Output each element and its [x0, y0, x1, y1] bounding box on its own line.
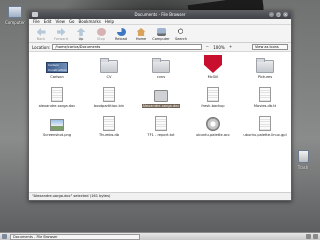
desktop-icon-label: Computer: [5, 20, 25, 25]
reload-icon: [116, 28, 126, 36]
document-icon: [46, 84, 68, 102]
file-item[interactable]: Pictures: [239, 55, 291, 84]
view-mode-select[interactable]: View as Icons: [252, 44, 288, 50]
toolbar: Back Forward Up Stop Reload Home Compute…: [29, 25, 291, 43]
file-item[interactable]: ubuntu.palette.acc: [187, 113, 239, 142]
document-icon: [98, 113, 120, 131]
home-icon: [136, 28, 146, 36]
folder-icon: [98, 55, 120, 73]
file-item[interactable]: cvns: [135, 55, 187, 84]
close-button[interactable]: ×: [283, 12, 288, 17]
file-item[interactable]: fresh.backup: [187, 84, 239, 113]
file-name: Carlson: [50, 75, 64, 79]
file-name: Alexandre.xorga.doc: [141, 104, 181, 108]
mcgill-logo-icon: [202, 55, 224, 73]
menu-file[interactable]: File: [33, 19, 40, 24]
file-item[interactable]: CV: [83, 55, 135, 84]
zoom-in-button[interactable]: +: [228, 44, 234, 50]
folder-icon: [254, 55, 276, 73]
document-icon: [98, 84, 120, 102]
location-label: Location:: [32, 44, 51, 50]
package-icon: [150, 84, 172, 102]
file-icon-view[interactable]: Carlson Construction Carlson CV cvns McGill Pi…: [29, 52, 291, 192]
reload-button[interactable]: Reload: [112, 28, 130, 41]
maximize-button[interactable]: □: [276, 12, 281, 17]
carlson-logo-icon: Carlson Construction: [45, 62, 69, 73]
menu-go[interactable]: Go: [69, 19, 75, 24]
window-title: Documents - File Browser: [134, 12, 186, 17]
file-item[interactable]: Carlson Construction Carlson: [31, 55, 83, 84]
document-icon: [202, 84, 224, 102]
file-name: cvns: [156, 75, 166, 79]
file-item[interactable]: Movies.db.tt: [239, 84, 291, 113]
up-arrow-icon: [76, 28, 86, 36]
location-input[interactable]: /home/carlos/Documents: [52, 44, 203, 50]
home-button[interactable]: Home: [132, 28, 150, 41]
file-item[interactable]: McGill: [187, 55, 239, 84]
zoom-level: 100%: [213, 44, 225, 50]
menu-bookmarks[interactable]: Bookmarks: [79, 19, 101, 24]
file-name: Pictures: [257, 75, 273, 79]
search-button[interactable]: Search: [172, 28, 190, 41]
file-item[interactable]: ubuntu.palette.linux.gpl: [239, 113, 291, 142]
file-item[interactable]: alexandre.xorga.doc: [31, 84, 83, 113]
forward-button[interactable]: Forward: [52, 28, 70, 41]
taskbar-window-button[interactable]: Documents - File Browser: [10, 233, 140, 240]
file-name: CV: [106, 75, 112, 79]
location-bar: Location: /home/carlos/Documents − 100% …: [29, 43, 291, 52]
desktop-icon-label: Trash: [297, 165, 309, 170]
file-item[interactable]: bootpartition.bin: [83, 84, 135, 113]
file-name: Thumbs.db: [98, 133, 120, 137]
file-item[interactable]: Alexandre.xorga.doc: [135, 84, 187, 113]
desktop-icon-trash[interactable]: Trash: [290, 150, 316, 170]
minimize-button[interactable]: –: [269, 12, 274, 17]
forward-arrow-icon: [56, 28, 66, 36]
menu-view[interactable]: View: [55, 19, 65, 24]
document-icon: [254, 84, 276, 102]
executable-icon: [202, 113, 224, 131]
folder-icon: [32, 12, 38, 17]
file-item[interactable]: Thumbs.db: [83, 113, 135, 142]
file-name: McGill: [207, 75, 219, 79]
file-name: bootpartition.bin: [93, 104, 125, 108]
menu-launcher-icon[interactable]: [2, 234, 7, 239]
menu-help[interactable]: Help: [105, 19, 114, 24]
zoom-out-button[interactable]: −: [204, 44, 210, 50]
document-icon: [150, 113, 172, 131]
trash-icon: [297, 150, 309, 163]
status-bar: "Alexandre.xorga.doc" selected (161 byte…: [29, 192, 291, 200]
computer-icon: [8, 6, 22, 18]
tray-icon[interactable]: [313, 234, 318, 239]
computer-icon: [156, 28, 166, 36]
back-button[interactable]: Back: [32, 28, 50, 41]
tray-icon[interactable]: [306, 234, 311, 239]
search-icon: [176, 28, 186, 36]
stop-button[interactable]: Stop: [92, 28, 110, 41]
folder-icon: [150, 55, 172, 73]
file-name: ubuntu.palette.linux.gpl: [243, 133, 287, 137]
file-item[interactable]: TF1 - report.txt: [135, 113, 187, 142]
file-name: Movies.db.tt: [253, 104, 277, 108]
system-tray: [306, 234, 318, 239]
computer-button[interactable]: Computer: [152, 28, 170, 41]
file-name: TF1 - report.txt: [147, 133, 175, 137]
taskbar: Documents - File Browser: [0, 232, 320, 240]
back-arrow-icon: [36, 28, 46, 36]
file-name: ubuntu.palette.acc: [196, 133, 230, 137]
file-name: Screenshot.png: [42, 133, 72, 137]
document-icon: [254, 113, 276, 131]
file-name: alexandre.xorga.doc: [38, 104, 76, 108]
image-icon: [46, 113, 68, 131]
file-name: fresh.backup: [201, 104, 225, 108]
stop-icon: [96, 28, 106, 36]
window-titlebar[interactable]: Documents - File Browser – □ ×: [29, 11, 291, 19]
up-button[interactable]: Up: [72, 28, 90, 41]
file-item[interactable]: Screenshot.png: [31, 113, 83, 142]
menu-edit[interactable]: Edit: [44, 19, 52, 24]
file-browser-window: Documents - File Browser – □ × File Edit…: [28, 10, 292, 201]
desktop-icon-computer[interactable]: Computer: [2, 6, 28, 25]
